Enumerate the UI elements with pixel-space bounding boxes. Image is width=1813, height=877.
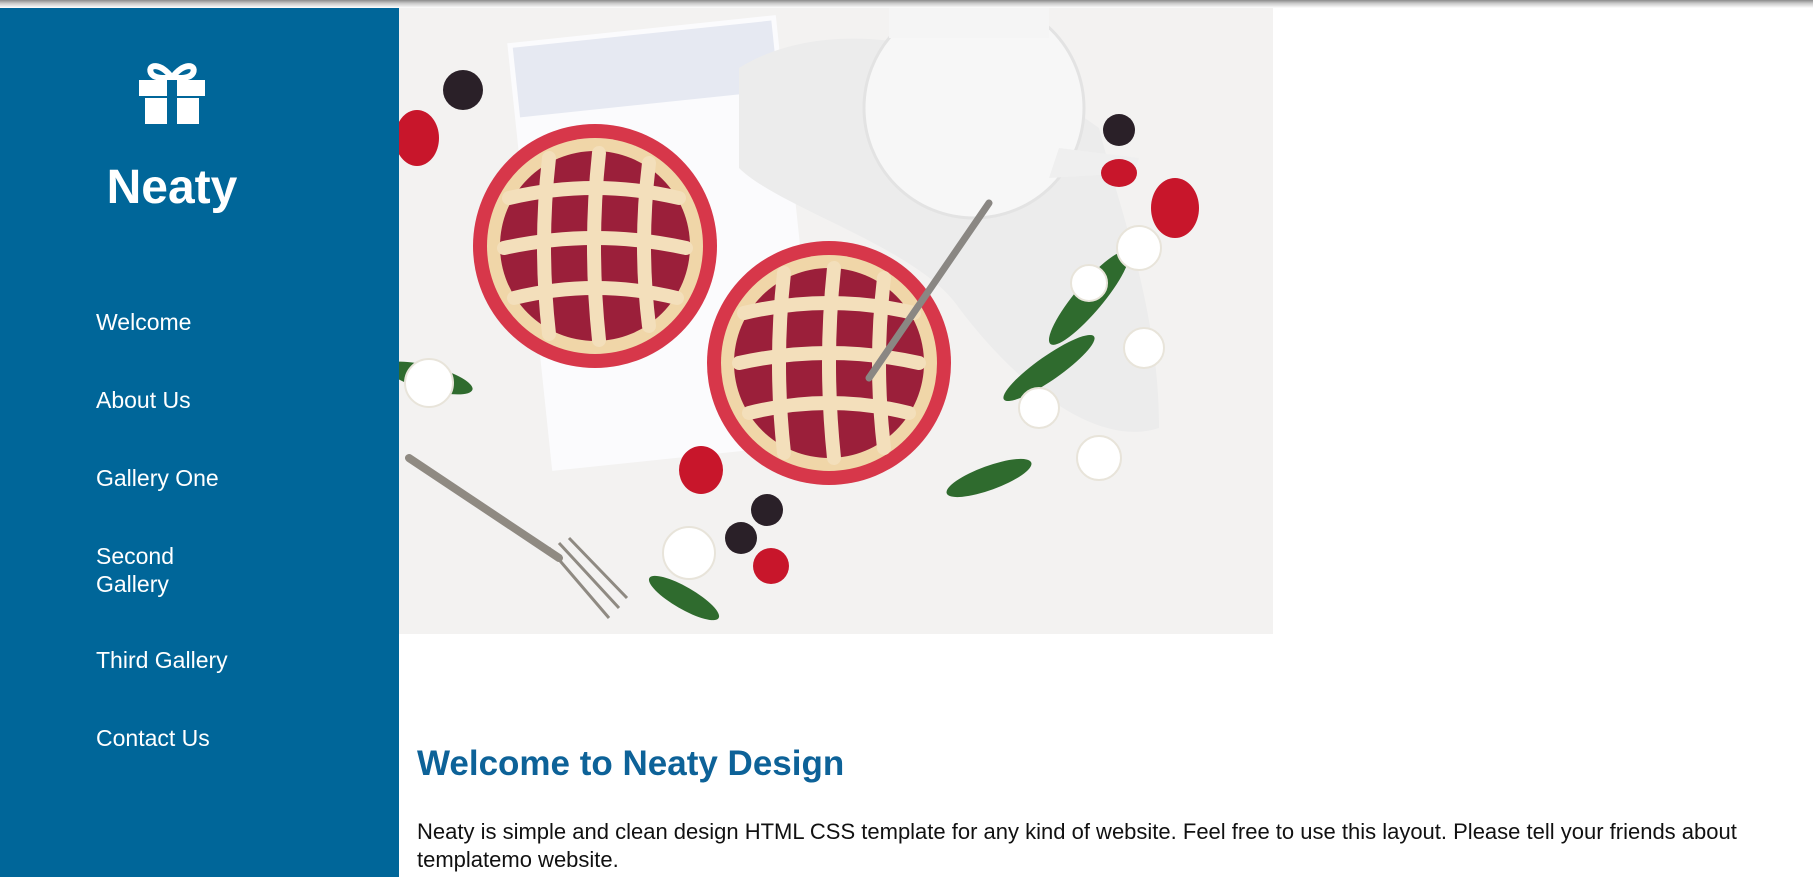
gift-icon <box>137 58 207 124</box>
hero-image <box>399 8 1273 634</box>
site-title: Neaty <box>106 161 238 214</box>
sidebar: Neaty Welcome About Us Gallery One Secon… <box>0 8 399 877</box>
welcome-paragraph: Neaty is simple and clean design HTML CS… <box>417 819 1737 872</box>
welcome-heading: Welcome to Neaty Design <box>417 744 845 783</box>
nav-item-second-gallery[interactable]: Second Gallery <box>96 542 216 598</box>
window-top-edge <box>0 0 1813 8</box>
nav-item-welcome[interactable]: Welcome <box>96 308 266 336</box>
nav-item-about-us[interactable]: About Us <box>96 386 266 414</box>
nav-item-third-gallery[interactable]: Third Gallery <box>96 646 266 674</box>
nav-item-contact-us[interactable]: Contact Us <box>96 724 266 752</box>
nav-item-gallery-one[interactable]: Gallery One <box>96 464 266 492</box>
